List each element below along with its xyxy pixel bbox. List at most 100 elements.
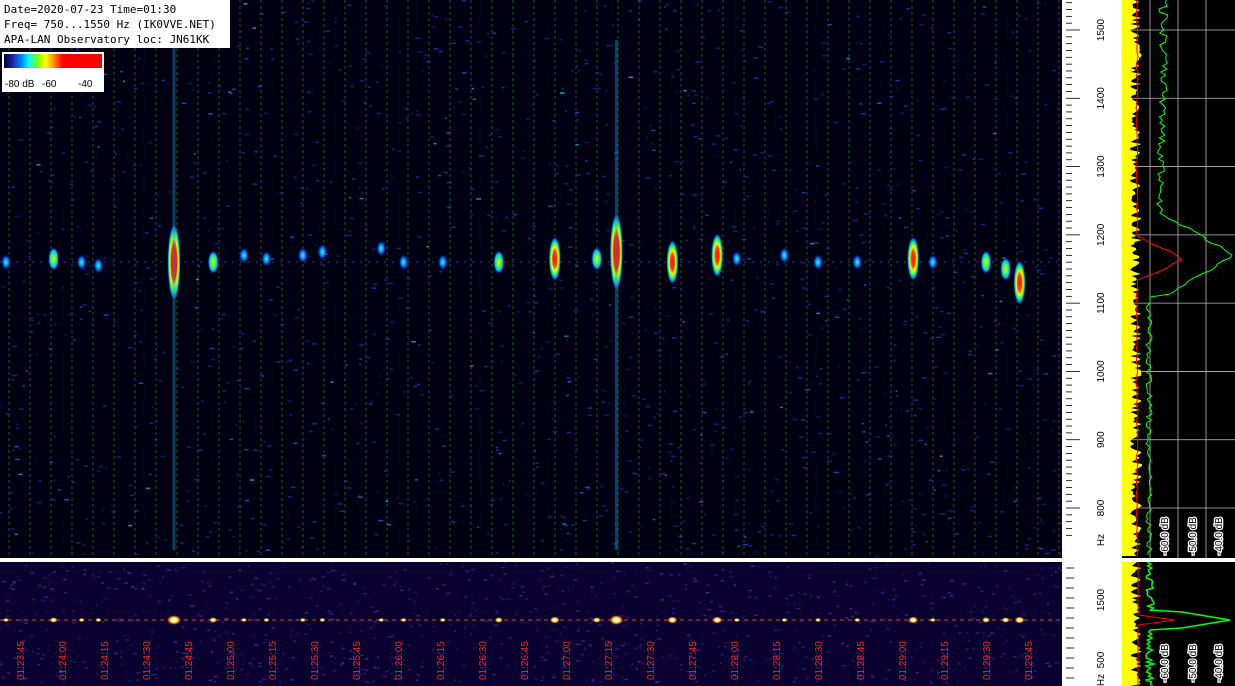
time-label: 01:24:00 [58, 641, 69, 680]
db-labels: -60.0 dB -50.0 dB -40.0 dB [1159, 516, 1227, 557]
mini-echo-mark [319, 617, 326, 623]
time-label: 01:23:45 [16, 641, 27, 680]
echo-mark [93, 257, 104, 274]
mini-y-tick-label: 1500 [1096, 588, 1107, 611]
echo-mark [1, 254, 11, 271]
echo-mark [239, 247, 249, 264]
echo-mark [927, 254, 938, 271]
mini-echo-mark [815, 617, 821, 623]
mini-echo-mark [1014, 616, 1025, 624]
y-tick-label: 800 [1096, 499, 1107, 516]
mini-y-tick-label: 500 [1096, 651, 1107, 668]
time-label: 01:29:15 [940, 641, 951, 680]
echo-mark [548, 236, 561, 281]
time-label: 01:26:15 [436, 641, 447, 680]
y-tick-label: 1400 [1096, 87, 1107, 110]
y-tick-label: 1500 [1096, 18, 1107, 41]
mini-echo-mark [378, 617, 385, 623]
echo-mark [666, 240, 679, 285]
mini-echo-mark [712, 616, 723, 624]
mini-echo-mark [908, 616, 919, 624]
waterfall-svg: 01:23:45 01:24:00 01:24:15 01:24:30 01:24:45… [0, 0, 1235, 686]
time-label: 01:25:30 [310, 641, 321, 680]
mini-db-tick-label: -50.0 dB [1188, 644, 1199, 682]
mini-echo-mark [854, 617, 861, 623]
time-label: 01:27:15 [604, 641, 615, 680]
frequency-axis-panel [1062, 0, 1122, 558]
echo-trail [172, 40, 176, 550]
y-tick-label: 1200 [1096, 223, 1107, 246]
time-label: 01:27:00 [562, 641, 573, 680]
time-label: 01:24:30 [142, 641, 153, 680]
time-label: 01:28:30 [814, 641, 825, 680]
mini-echo-mark [494, 617, 503, 623]
info-box: Date=2020-07-23 Time=01:30 Freq= 750...1… [0, 0, 230, 48]
time-label: 01:26:30 [478, 641, 489, 680]
echo-mark [376, 240, 387, 257]
echo-mark [779, 247, 790, 264]
echo-mark [813, 254, 823, 271]
mini-echo-mark [439, 617, 446, 623]
echo-mark [731, 250, 742, 267]
mini-echo-mark [49, 617, 58, 623]
time-label: 01:29:00 [898, 641, 909, 680]
time-label: 01:28:15 [772, 641, 783, 680]
mini-y-unit-label: Hz [1096, 674, 1107, 686]
echo-mark [852, 254, 863, 271]
mini-db-tick-label: -60.0 dB [1160, 644, 1171, 682]
mini-echo-mark [609, 615, 624, 625]
time-label: 01:26:45 [520, 641, 531, 680]
echo-mark [261, 250, 272, 267]
time-label: 01:25:45 [352, 641, 363, 680]
echo-mark [1013, 260, 1026, 305]
color-scale-bar [4, 54, 102, 68]
mini-echo-mark [241, 617, 247, 623]
echo-mark [437, 254, 448, 271]
mini-echo-mark [929, 617, 936, 623]
y-tick-label: 900 [1096, 431, 1107, 448]
db-tick-label: -50.0 dB [1188, 517, 1199, 555]
info-frequency: Freq= 750...1550 Hz (IK0VVE.NET) [4, 18, 216, 31]
time-label: 01:28:00 [730, 641, 741, 680]
time-label: 01:28:45 [856, 641, 867, 680]
mini-echo-mark [667, 616, 678, 624]
db-tick-label: -40.0 dB [1214, 517, 1225, 555]
mini-db-tick-label: -40.0 dB [1214, 644, 1225, 682]
echo-mark [317, 243, 328, 260]
legend-label-low: -80 dB [5, 79, 35, 90]
echo-mark [711, 233, 724, 278]
time-label: 01:29:30 [982, 641, 993, 680]
db-tick-label: -60.0 dB [1160, 517, 1171, 555]
time-label: 01:27:30 [646, 641, 657, 680]
mini-echo-mark [400, 617, 407, 623]
echo-mark [1000, 257, 1012, 281]
mini-echo-mark [167, 615, 181, 625]
echo-mark [398, 254, 409, 271]
mini-echo-mark [263, 617, 270, 623]
mini-echo-mark [1001, 617, 1010, 623]
info-date-time: Date=2020-07-23 Time=01:30 [4, 3, 177, 16]
echo-mark [591, 246, 603, 271]
legend-label-mid: -60 [42, 79, 57, 90]
mini-echo-mark [78, 617, 85, 623]
echo-mark [207, 250, 219, 275]
echo-mark [493, 250, 505, 275]
info-location: APA-LAN Observatory loc: JN61KK [4, 33, 210, 46]
time-label: 01:25:00 [226, 641, 237, 680]
y-tick-label: 1300 [1096, 155, 1107, 178]
time-label: 01:24:15 [100, 641, 111, 680]
echo-mark [76, 254, 87, 271]
y-unit-label: Hz [1096, 534, 1107, 546]
time-label: 01:26:00 [394, 641, 405, 680]
waterfall-display: 01:23:45 01:24:00 01:24:15 01:24:30 01:24:45… [0, 0, 1235, 686]
y-tick-label: 1100 [1096, 292, 1107, 314]
waterfall-background [0, 0, 1062, 558]
mini-echo-mark [733, 617, 740, 623]
time-label: 01:25:15 [268, 641, 279, 680]
panel-separator [0, 558, 1235, 562]
echo-trail [614, 40, 618, 550]
legend-label-high: -40 [78, 79, 93, 90]
time-label: 01:29:45 [1024, 641, 1035, 680]
mini-db-labels: -60.0 dB -50.0 dB -40.0 dB [1159, 643, 1227, 684]
time-label: 01:24:45 [184, 641, 195, 680]
